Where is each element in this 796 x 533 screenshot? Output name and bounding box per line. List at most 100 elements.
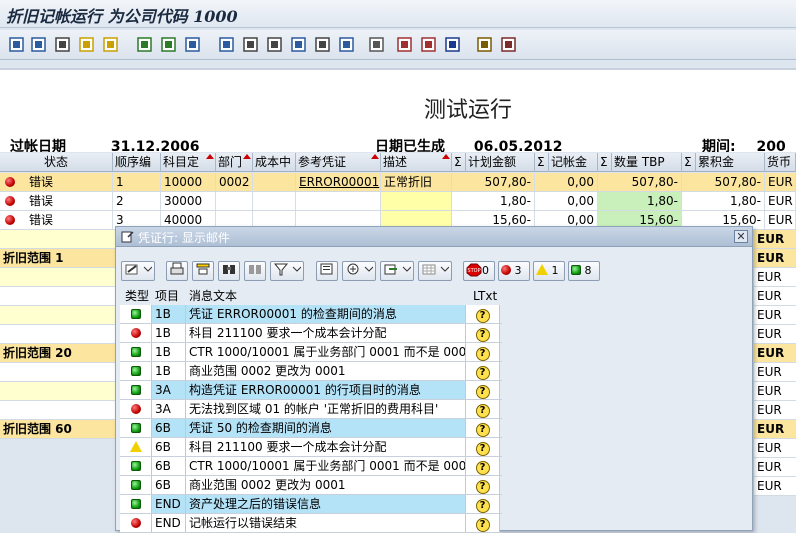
details-icon[interactable] <box>8 36 26 53</box>
grid-col-12[interactable]: 数量 TBP <box>612 153 682 172</box>
message-row[interactable]: 3A 构造凭证 ERROR00001 的行项目时的消息? <box>120 381 502 400</box>
sum-icon[interactable] <box>136 36 154 53</box>
currency-strip-row: EUR <box>754 477 796 496</box>
help-icon[interactable]: ? <box>475 309 490 323</box>
help-icon[interactable]: ? <box>475 328 490 342</box>
grid-col-label: 货币 <box>767 155 792 169</box>
warning-count-button[interactable]: 1 <box>533 261 565 281</box>
col-longtext[interactable]: LTxt <box>470 288 500 304</box>
layout-button[interactable] <box>418 261 452 281</box>
message-row[interactable]: 6B CTR 1000/10001 属于业务部门 0001 而不是 0002? <box>120 457 502 476</box>
print-preview-icon[interactable] <box>242 36 260 53</box>
details-button[interactable] <box>121 261 155 281</box>
grid-col-14[interactable]: 累积金 <box>696 153 765 172</box>
stop-count-button[interactable]: STOP 0 <box>463 261 495 281</box>
help-icon[interactable]: ? <box>475 423 490 437</box>
find-icon[interactable] <box>30 36 48 53</box>
grid-icon[interactable] <box>420 36 438 53</box>
col-type[interactable]: 类型 <box>122 288 152 304</box>
grid-col-8[interactable]: 计划金额 <box>466 153 535 172</box>
help-icon[interactable]: ? <box>475 499 490 513</box>
help-icon[interactable]: ? <box>475 385 490 399</box>
message-text-cell: 科目 211100 要求一个成本会计分配 <box>186 438 466 456</box>
help-icon[interactable]: ? <box>475 404 490 418</box>
print-button[interactable] <box>166 261 188 281</box>
table-row <box>0 287 116 306</box>
mail-icon[interactable] <box>266 36 284 53</box>
grid-col-4[interactable]: 成本中 <box>253 153 296 172</box>
display-icon[interactable] <box>184 36 202 53</box>
grid-col-15[interactable]: 货币 <box>765 153 796 172</box>
grid-col-9[interactable]: Σ <box>535 153 549 172</box>
grid-col-3[interactable]: 部门 <box>216 153 253 172</box>
ok-icon <box>130 385 141 395</box>
excel-icon[interactable] <box>368 36 386 53</box>
find-next-button[interactable] <box>244 261 266 281</box>
filter-icon[interactable] <box>78 36 96 53</box>
message-row[interactable]: END 资产处理之后的错误信息? <box>120 495 502 514</box>
description-cell <box>381 192 452 210</box>
message-row[interactable]: 6B 商业范围 0002 更改为 0001? <box>120 476 502 495</box>
grid-col-13[interactable]: Σ <box>682 153 696 172</box>
help-icon[interactable]: ? <box>475 518 490 532</box>
set-filter-button[interactable] <box>270 261 304 281</box>
grid-col-11[interactable]: Σ <box>598 153 612 172</box>
error-count-button[interactable]: 3 <box>498 261 530 281</box>
message-row[interactable]: END 记帐运行以错误结束? <box>120 514 502 533</box>
grid-col-10[interactable]: 记帐金 <box>549 153 598 172</box>
message-row[interactable]: 6B 科目 211100 要求一个成本会计分配? <box>120 438 502 457</box>
table-row[interactable]: 错误 2 30000 1,80- 0,00 1,80- 1,80- EUR <box>0 192 796 211</box>
view-icon <box>347 263 374 275</box>
cost-center-cell <box>253 173 296 191</box>
ok-count-button[interactable]: 8 <box>568 261 600 281</box>
stop-icon: STOP <box>466 263 482 277</box>
message-row[interactable]: 6B 凭证 50 的检查期间的消息? <box>120 419 502 438</box>
find-button[interactable] <box>218 261 240 281</box>
abc-icon[interactable] <box>396 36 414 53</box>
word-icon[interactable] <box>338 36 356 53</box>
grid-col-label: Σ <box>684 155 692 169</box>
export-button[interactable] <box>380 261 414 281</box>
reference-doc-link[interactable]: ERROR00001 <box>296 173 381 191</box>
print-icon[interactable] <box>54 36 72 53</box>
help-icon[interactable]: ? <box>475 442 490 456</box>
grid-col-0[interactable]: 状态 <box>0 153 113 172</box>
table-row[interactable]: 错误 1 10000 0002 ERROR00001 正常折旧 507,80- 0,00 507… <box>0 173 796 192</box>
help-icon[interactable]: ? <box>475 480 490 494</box>
col-message[interactable]: 消息文本 <box>186 288 240 304</box>
insert-icon[interactable] <box>476 36 494 53</box>
type-cell <box>120 381 152 399</box>
grid-col-5[interactable]: 参考凭证 <box>296 153 381 172</box>
message-row[interactable]: 1B 商业范围 0002 更改为 0001? <box>120 362 502 381</box>
accumulated-cell: 507,80- <box>682 173 765 191</box>
reference-doc-link[interactable] <box>296 192 381 210</box>
grid-col-label: Σ <box>600 155 608 169</box>
message-row[interactable]: 1B 科目 211100 要求一个成本会计分配? <box>120 324 502 343</box>
col-item[interactable]: 项目 <box>152 288 182 304</box>
export-icon[interactable] <box>218 36 236 53</box>
longtext-cell: ? <box>466 514 500 532</box>
help-icon[interactable]: ? <box>475 347 490 361</box>
view-button[interactable] <box>342 261 376 281</box>
message-row[interactable]: 1B CTR 1000/10001 属于业务部门 0001 而不是 0002? <box>120 343 502 362</box>
print-preview-button[interactable] <box>316 261 338 281</box>
info-icon[interactable] <box>500 36 518 53</box>
help-icon[interactable]: ? <box>475 461 490 475</box>
layout-icon[interactable] <box>314 36 332 53</box>
filter-button[interactable] <box>192 261 214 281</box>
move-icon[interactable] <box>444 36 462 53</box>
message-row[interactable]: 3A 无法找到区域 01 的帐户 '正常折旧的费用科目'? <box>120 400 502 419</box>
message-row[interactable]: 1B 凭证 ERROR00001 的检查期间的消息? <box>120 305 502 324</box>
graphic-icon[interactable] <box>290 36 308 53</box>
set-filter-icon[interactable] <box>102 36 120 53</box>
grid-col-6[interactable]: 描述 <box>381 153 452 172</box>
close-button[interactable]: ✕ <box>734 230 748 243</box>
currency-cell: EUR <box>757 289 782 303</box>
table-row <box>0 325 116 344</box>
grid-col-1[interactable]: 顺序编 <box>113 153 161 172</box>
grid-col-2[interactable]: 科目定 <box>161 153 216 172</box>
grid-col-7[interactable]: Σ <box>452 153 466 172</box>
message-log-dialog[interactable]: 凭证行: 显示邮件 ✕ STOP 0 3 1 8 类型 项目 消息文本 LTxt… <box>115 226 753 533</box>
subtotal-icon[interactable] <box>160 36 178 53</box>
help-icon[interactable]: ? <box>475 366 490 380</box>
